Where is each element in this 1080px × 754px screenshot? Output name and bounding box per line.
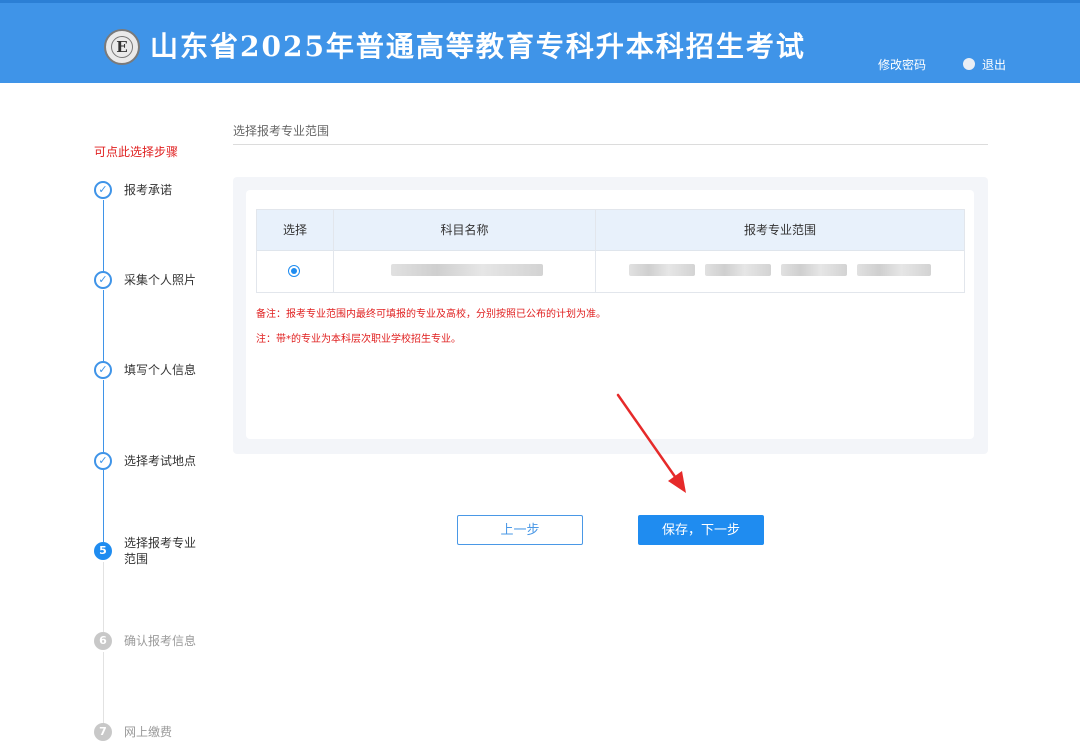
- section-title: 选择报考专业范围: [233, 124, 330, 138]
- column-divider: [333, 210, 334, 292]
- step-connector: [103, 380, 104, 452]
- change-password-link[interactable]: 修改密码: [878, 56, 926, 73]
- column-header-scope: 报考专业范围: [743, 223, 816, 237]
- remark-note: 备注：报考专业范围内最终可填报的专业及高校，分别按照已公布的计划为准。: [256, 309, 606, 320]
- redacted-scope: [629, 264, 695, 276]
- step-label: 选择报考专业范围: [124, 536, 197, 566]
- asterisk-note: 注：带*的专业为本科层次职业学校招生专业。: [256, 334, 461, 345]
- step-connector: [103, 200, 104, 272]
- step-label: 网上缴费: [124, 725, 173, 739]
- step-number-badge: 5: [94, 542, 112, 560]
- annotation-arrow-icon: [616, 393, 686, 493]
- step-label: 采集个人照片: [124, 273, 197, 287]
- step-hint: 可点此选择步骤: [94, 145, 179, 159]
- check-circle-icon: ✓: [94, 181, 112, 199]
- previous-step-button[interactable]: 上一步: [457, 515, 583, 545]
- redacted-scope: [705, 264, 771, 276]
- column-divider: [595, 210, 596, 292]
- step-connector: [103, 290, 104, 362]
- site-title: 山东省2025年普通高等教育专科升本科招生考试: [150, 30, 806, 63]
- step-label: 选择考试地点: [124, 454, 197, 468]
- redacted-scope: [857, 264, 931, 276]
- step-number-badge: 7: [94, 723, 112, 741]
- step-connector: [103, 562, 104, 632]
- check-circle-icon: ✓: [94, 452, 112, 470]
- logo-letter: E: [111, 36, 133, 58]
- check-circle-icon: ✓: [94, 271, 112, 289]
- radio-selected-dot: [291, 268, 297, 274]
- section-divider: [233, 144, 988, 145]
- header-bar: E 山东省2025年普通高等教育专科升本科招生考试 修改密码 退出: [0, 0, 1080, 83]
- logout-link[interactable]: 退出: [982, 56, 1006, 73]
- select-radio[interactable]: [288, 265, 300, 277]
- check-circle-icon: ✓: [94, 361, 112, 379]
- exam-logo-icon: E: [104, 29, 140, 65]
- step-number-badge: 6: [94, 632, 112, 650]
- column-header-subject: 科目名称: [440, 223, 489, 237]
- redacted-scope: [781, 264, 847, 276]
- step-label: 填写个人信息: [124, 363, 197, 377]
- column-header-select: 选择: [282, 223, 307, 237]
- major-scope-table: 选择 科目名称 报考专业范围: [256, 209, 965, 293]
- save-next-button[interactable]: 保存，下一步: [638, 515, 764, 545]
- step-label: 报考承诺: [124, 183, 173, 197]
- redacted-subject-name: [391, 264, 543, 276]
- step-connector: [103, 652, 104, 724]
- step-label: 确认报考信息: [124, 634, 197, 648]
- user-icon: [963, 58, 975, 70]
- step-connector: [103, 470, 104, 542]
